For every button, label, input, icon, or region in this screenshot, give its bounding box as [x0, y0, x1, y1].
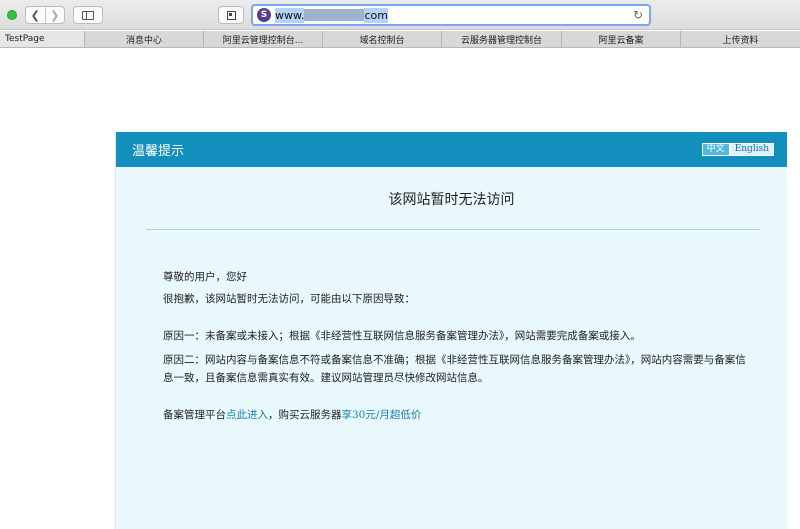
- site-favicon-icon: S: [257, 8, 271, 22]
- reason-one-text: 原因一：未备案或未接入；根据《非经营性互联网信息服务备案管理办法》，网站需要完成…: [163, 330, 641, 342]
- notice-header: 温馨提示 中文 English: [116, 132, 787, 167]
- reason-two-text: 原因二：网站内容与备案信息不符或备案信息不准确；根据《非经营性互联网信息服务备案…: [163, 354, 746, 384]
- bookmark-aliyun-console[interactable]: 阿里云管理控制台...: [204, 31, 323, 47]
- url-text[interactable]: www. com: [275, 7, 388, 23]
- language-switcher: 中文 English: [701, 143, 774, 156]
- url-prefix: www.: [275, 7, 305, 23]
- browser-toolbar: ❮ ❯ S www. com ↻: [0, 0, 800, 30]
- back-button[interactable]: ❮: [26, 7, 46, 23]
- notice-title: 该网站暂时无法访问: [388, 192, 515, 208]
- footer-prefix: 备案管理平台: [163, 409, 226, 421]
- bookmark-message-center[interactable]: 消息中心: [85, 31, 204, 47]
- chevron-right-icon: ❯: [50, 8, 60, 22]
- bookmark-testpage[interactable]: TestPage: [0, 31, 85, 47]
- footer-middle: ，购买云服务器: [268, 409, 342, 421]
- bookmark-ecs-console[interactable]: 云服务器管理控制台: [442, 31, 562, 47]
- notice-panel: 温馨提示 中文 English 该网站暂时无法访问 尊敬的用户，您好 很抱歉，该…: [115, 132, 787, 529]
- bookmarks-bar: TestPage 消息中心 阿里云管理控制台... 域名控制台 云服务器管理控制…: [0, 31, 800, 48]
- bookmark-aliyun-beian[interactable]: 阿里云备案: [562, 31, 681, 47]
- forward-button[interactable]: ❯: [46, 7, 65, 23]
- lang-en-button[interactable]: English: [729, 143, 774, 156]
- divider: [146, 229, 760, 230]
- reader-icon: [226, 10, 236, 20]
- url-suffix: com: [364, 7, 388, 23]
- ecs-offer-link[interactable]: 享30元/月超低价: [342, 409, 422, 421]
- window-zoom-button[interactable]: [7, 10, 17, 20]
- nav-button-group: ❮ ❯: [25, 6, 65, 24]
- reader-mode-button[interactable]: [218, 6, 244, 24]
- notice-header-title: 温馨提示: [132, 144, 185, 159]
- url-redacted: [304, 9, 365, 21]
- bookmark-upload-docs[interactable]: 上传资料: [681, 31, 800, 47]
- intro-text: 很抱歉，该网站暂时无法访问，可能由以下原因导致：: [163, 293, 415, 305]
- reload-icon[interactable]: ↻: [633, 8, 643, 22]
- sidebar-icon: [82, 10, 94, 20]
- lang-zh-button[interactable]: 中文: [701, 143, 730, 156]
- notice-body: 尊敬的用户，您好 很抱歉，该网站暂时无法访问，可能由以下原因导致： 原因一：未备…: [116, 268, 787, 424]
- beian-entry-link[interactable]: 点此进入: [226, 409, 268, 421]
- chevron-left-icon: ❮: [30, 8, 40, 22]
- bookmark-domain-console[interactable]: 域名控制台: [323, 31, 442, 47]
- address-bar[interactable]: S www. com ↻: [251, 4, 651, 26]
- footer-line: 备案管理平台点此进入，购买云服务器享30元/月超低价: [163, 406, 747, 424]
- greeting-text: 尊敬的用户，您好: [163, 271, 247, 283]
- sidebar-toggle-button[interactable]: [73, 6, 103, 24]
